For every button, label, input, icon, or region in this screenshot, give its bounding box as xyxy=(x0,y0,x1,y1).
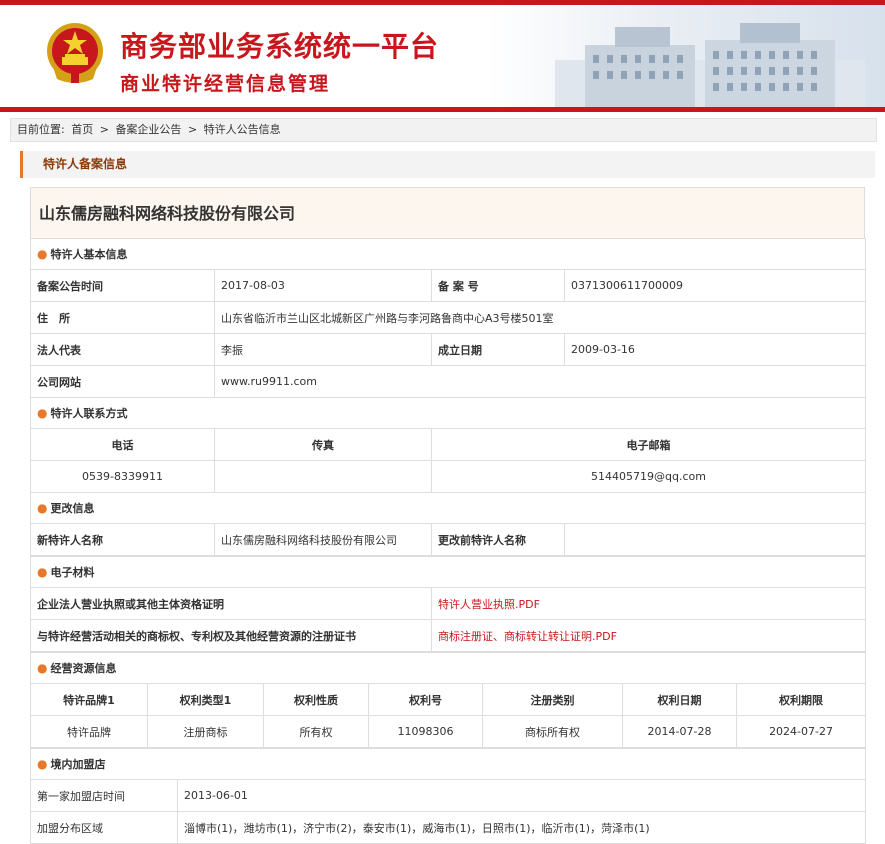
new-name-label: 新特许人名称 xyxy=(30,523,215,556)
bullet-dot-icon: ● xyxy=(37,565,48,579)
founded-label: 成立日期 xyxy=(431,333,565,366)
section-title: 特许人备案信息 xyxy=(43,157,128,171)
bullet-dot-icon: ● xyxy=(37,501,48,515)
breadcrumb-current: 特许人公告信息 xyxy=(203,123,281,136)
resources-col-header: 特许品牌1 xyxy=(30,683,148,716)
resources-cell: 特许品牌 xyxy=(30,715,148,748)
change-heading: ● 更改信息 xyxy=(29,492,867,524)
breadcrumb-home-link[interactable]: 首页 xyxy=(71,123,93,136)
business-license-cell: 特许人营业执照.PDF xyxy=(430,587,867,620)
resources-cell: 11098306 xyxy=(368,715,483,748)
resources-heading: ● 经营资源信息 xyxy=(29,652,867,684)
basic-info-table: ● 特许人基本信息 备案公告时间 2017-08-03 备 案 号 0371300… xyxy=(29,238,867,556)
resources-col-header: 注册类别 xyxy=(482,683,623,716)
filing-time-value: 2017-08-03 xyxy=(214,269,432,302)
platform-title: 商务部业务系统统一平台 xyxy=(120,30,440,63)
company-name: 山东儒房融科网络科技股份有限公司 xyxy=(30,188,865,238)
contact-title: 特许人联系方式 xyxy=(50,407,128,420)
old-name-value xyxy=(563,523,867,556)
header-red-bar xyxy=(0,107,885,112)
basic-info-heading: ● 特许人基本信息 xyxy=(29,238,867,270)
business-license-link[interactable]: 特许人营业执照.PDF xyxy=(438,598,540,611)
resources-col-header: 权利号 xyxy=(368,683,483,716)
bullet-dot-icon: ● xyxy=(37,247,48,261)
legal-rep-label: 法人代表 xyxy=(30,333,215,366)
first-store-value: 2013-06-01 xyxy=(176,779,867,812)
address-value: 山东省临沂市兰山区北城新区广州路与李河路鲁商中心A3号楼501室 xyxy=(213,301,867,334)
bullet-dot-icon: ● xyxy=(37,406,48,420)
stores-heading: ● 境内加盟店 xyxy=(29,748,867,780)
basic-info-title: 特许人基本信息 xyxy=(50,248,128,261)
resources-cell: 商标所有权 xyxy=(482,715,623,748)
website-value: www.ru9911.com xyxy=(213,365,867,398)
old-name-label: 更改前特许人名称 xyxy=(431,523,565,556)
breadcrumb-separator: > xyxy=(99,123,109,136)
stores-table: ● 境内加盟店 第一家加盟店时间 2013-06-01 加盟分布区域 淄博市(1)… xyxy=(29,748,867,844)
email-value: 514405719@qq.com xyxy=(430,460,867,493)
resources-cell: 注册商标 xyxy=(147,715,264,748)
resources-cell: 2024-07-27 xyxy=(735,715,867,748)
resources-col-header: 权利类型1 xyxy=(147,683,264,716)
phone-header: 电话 xyxy=(30,428,215,461)
breadcrumb-prefix: 目前位置: xyxy=(17,123,65,136)
resources-title: 经营资源信息 xyxy=(50,662,117,675)
trademark-cert-label: 与特许经营活动相关的商标权、专利权及其他经营资源的注册证书 xyxy=(30,619,432,652)
materials-heading: ● 电子材料 xyxy=(29,556,867,588)
table-row: 特许品牌 注册商标 所有权 11098306 商标所有权 2014-07-28 … xyxy=(30,715,867,748)
phone-value: 0539-8339911 xyxy=(30,460,215,493)
breadcrumb-level1-link[interactable]: 备案企业公告 xyxy=(115,123,181,136)
bullet-dot-icon: ● xyxy=(37,757,48,771)
government-building-icon xyxy=(555,23,865,107)
resources-col-header: 权利性质 xyxy=(263,683,369,716)
business-license-label: 企业法人营业执照或其他主体资格证明 xyxy=(30,587,432,620)
materials-title: 电子材料 xyxy=(50,566,95,579)
new-name-value: 山东儒房融科网络科技股份有限公司 xyxy=(214,523,432,556)
resources-col-header: 权利日期 xyxy=(622,683,737,716)
trademark-cert-cell: 商标注册证、商标转让转让证明.PDF xyxy=(430,619,867,652)
platform-subtitle: 商业特许经营信息管理 xyxy=(120,73,331,95)
breadcrumb: 目前位置: 首页 > 备案企业公告 > 特许人公告信息 xyxy=(10,118,877,142)
address-label: 住 所 xyxy=(30,301,215,334)
materials-table: ● 电子材料 企业法人营业执照或其他主体资格证明 特许人营业执照.PDF 与特许经… xyxy=(29,556,867,652)
section-header: 特许人备案信息 xyxy=(20,151,875,178)
resources-table: ● 经营资源信息 特许品牌1 权利类型1 权利性质 权利号 注册类别 权利日期 权… xyxy=(29,652,867,748)
resources-col-header: 权利期限 xyxy=(735,683,867,716)
contact-heading: ● 特许人联系方式 xyxy=(29,397,867,429)
stores-title: 境内加盟店 xyxy=(50,758,106,771)
trademark-cert-link[interactable]: 商标注册证、商标转让转让证明.PDF xyxy=(438,630,617,643)
filing-no-value: 0371300611700009 xyxy=(563,269,867,302)
legal-rep-value: 李振 xyxy=(214,333,432,366)
founded-value: 2009-03-16 xyxy=(563,333,867,366)
first-store-label: 第一家加盟店时间 xyxy=(30,779,178,812)
website-label: 公司网站 xyxy=(30,365,215,398)
region-value: 淄博市(1)，潍坊市(1)，济宁市(2)，泰安市(1)，威海市(1)，日照市(1… xyxy=(176,811,867,844)
fax-header: 传真 xyxy=(214,428,432,461)
change-title: 更改信息 xyxy=(50,502,95,515)
national-emblem-icon xyxy=(47,23,103,83)
site-header: 商务部业务系统统一平台 商业特许经营信息管理 xyxy=(0,5,885,107)
filing-no-label: 备 案 号 xyxy=(431,269,565,302)
region-label: 加盟分布区域 xyxy=(30,811,178,844)
detail-panel: 山东儒房融科网络科技股份有限公司 ● 特许人基本信息 备案公告时间 2017-08… xyxy=(29,187,867,844)
breadcrumb-separator: > xyxy=(187,123,198,136)
email-header: 电子邮箱 xyxy=(430,428,867,461)
resources-cell: 2014-07-28 xyxy=(622,715,737,748)
fax-value xyxy=(214,460,432,493)
bullet-dot-icon: ● xyxy=(37,661,48,675)
resources-cell: 所有权 xyxy=(263,715,369,748)
filing-time-label: 备案公告时间 xyxy=(30,269,215,302)
